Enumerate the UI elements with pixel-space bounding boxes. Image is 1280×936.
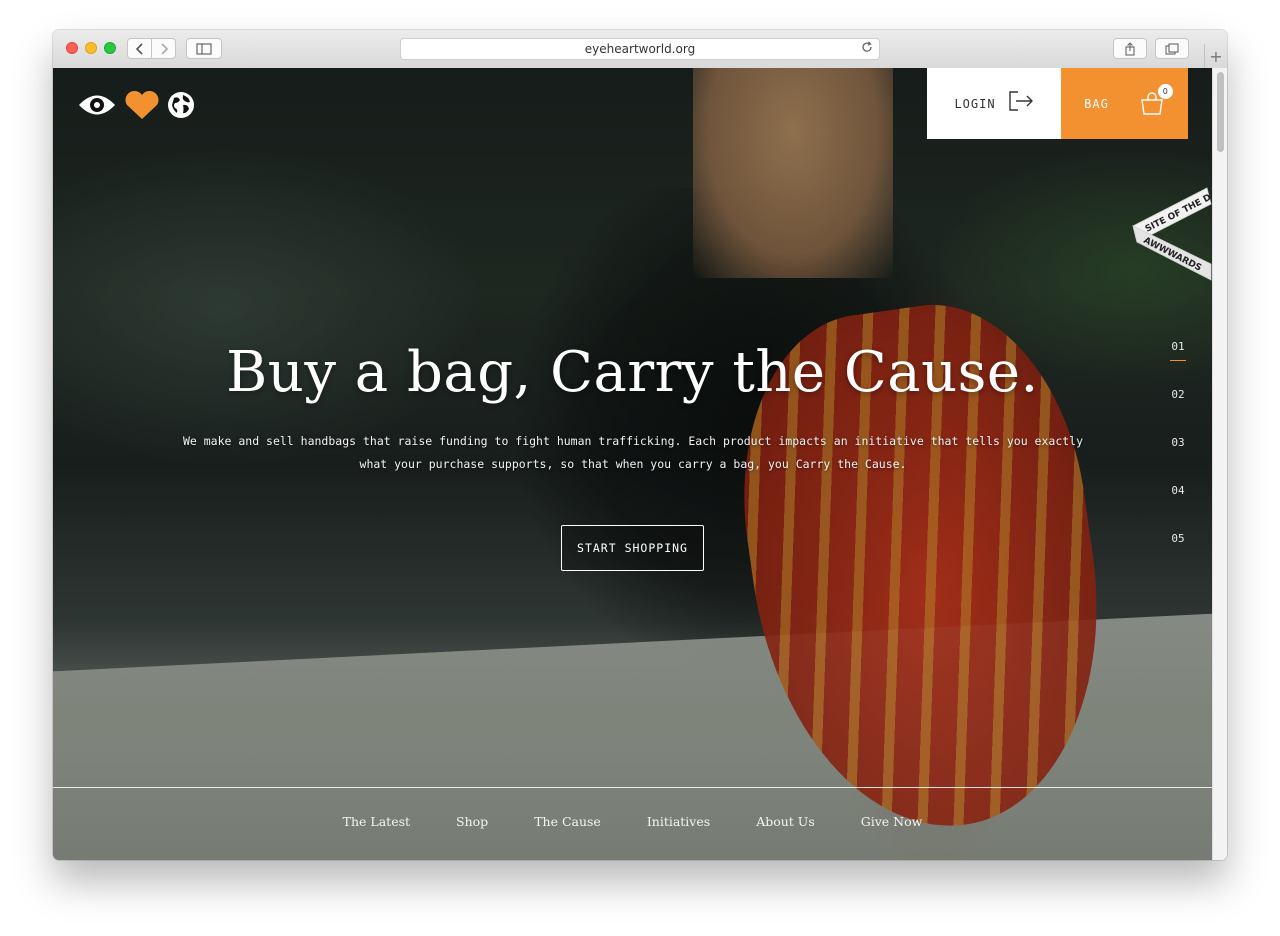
new-tab-button[interactable]: + [1204, 44, 1227, 68]
footer-navigation: The Latest Shop The Cause Initiatives About … [53, 814, 1212, 829]
sidebar-button[interactable] [186, 38, 222, 59]
sidebar-icon [196, 42, 212, 55]
hero-section: LOGIN BAG 0 SITE OF THE DAY AWWWARDS Buy… [53, 68, 1212, 860]
footer-nav-give-now[interactable]: Give Now [861, 814, 923, 829]
scrollbar-thumb[interactable] [1217, 72, 1224, 152]
slide-02[interactable]: 02 [1163, 388, 1193, 401]
browser-window: eyeheartworld.org + LOGIN BAG 0 SITE OF … [53, 30, 1227, 860]
slide-03[interactable]: 03 [1163, 436, 1193, 449]
start-shopping-button[interactable]: START SHOPPING [561, 525, 704, 571]
badge-line2: AWWWARDS [1142, 236, 1203, 274]
slide-05[interactable]: 05 [1163, 532, 1193, 545]
page-scrollbar[interactable] [1212, 68, 1227, 860]
share-button[interactable] [1113, 38, 1147, 59]
tabs-icon [1165, 42, 1179, 55]
globe-icon [167, 91, 195, 124]
site-logo[interactable] [77, 90, 195, 125]
bag-label: BAG [1084, 96, 1109, 111]
address-bar[interactable]: eyeheartworld.org [400, 38, 880, 60]
chevron-left-icon [135, 42, 143, 55]
hero-title: Buy a bag, Carry the Cause. [226, 340, 1039, 405]
footer-nav-shop[interactable]: Shop [456, 814, 488, 829]
slide-04[interactable]: 04 [1163, 484, 1193, 497]
back-button[interactable] [127, 38, 152, 59]
slide-01[interactable]: 01 [1163, 340, 1193, 353]
footer-nav-the-cause[interactable]: The Cause [534, 814, 601, 829]
close-window-button[interactable] [66, 42, 78, 54]
active-slide-indicator [1170, 360, 1186, 361]
awwwards-site-of-the-day-badge[interactable]: SITE OF THE DAY AWWWARDS [1125, 160, 1212, 290]
eye-icon [77, 92, 117, 123]
url-text: eyeheartworld.org [584, 42, 696, 56]
bag-button[interactable]: BAG 0 [1061, 68, 1188, 139]
minimize-window-button[interactable] [85, 42, 97, 54]
login-label: LOGIN [954, 96, 996, 111]
footer-nav-initiatives[interactable]: Initiatives [647, 814, 710, 829]
browser-toolbar: eyeheartworld.org + [53, 30, 1227, 69]
bottom-divider [53, 787, 1212, 788]
footer-nav-about-us[interactable]: About Us [756, 814, 815, 829]
footer-nav-the-latest[interactable]: The Latest [343, 814, 410, 829]
reload-icon[interactable] [861, 41, 873, 57]
tabs-overview-button[interactable] [1155, 38, 1189, 59]
zoom-window-button[interactable] [104, 42, 116, 54]
shopping-bag-icon: 0 [1139, 83, 1173, 116]
bag-count-badge: 0 [1157, 83, 1173, 99]
heart-icon [123, 90, 161, 125]
chevron-right-icon [160, 42, 168, 55]
share-icon [1125, 41, 1135, 56]
login-button[interactable]: LOGIN [927, 68, 1061, 139]
login-arrow-icon [1008, 90, 1034, 117]
hero-description: We make and sell handbags that raise fun… [182, 434, 1084, 471]
forward-button[interactable] [151, 38, 176, 59]
